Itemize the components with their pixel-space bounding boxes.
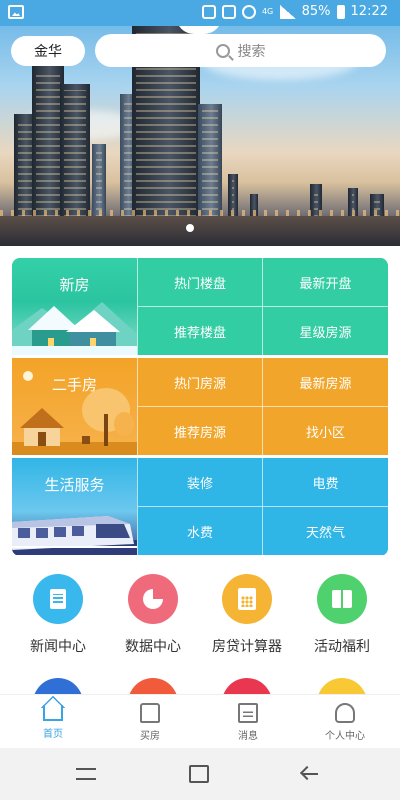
tab-label: 首页 (43, 729, 63, 740)
menu-label: 数据中心 (125, 639, 181, 655)
recent-apps-icon[interactable] (76, 768, 96, 780)
system-navigation-bar (0, 748, 400, 800)
new-house-section: 新房 热门楼盘 最新开盘 推荐楼盘 星级房源 (12, 258, 388, 355)
user-icon (335, 703, 355, 723)
gift-icon (317, 574, 367, 624)
bottom-tab-bar: 首页 买房 消息 个人中心 (0, 694, 400, 748)
menu-label: 房贷计算器 (212, 639, 282, 655)
menu-label: 活动福利 (314, 639, 370, 655)
menu-label: 新闻中心 (30, 639, 86, 655)
new-house-banner[interactable]: 新房 (12, 258, 137, 355)
quick-menu-row-2 (0, 678, 400, 694)
battery-percent: 85% (301, 4, 331, 19)
quick-menu: 新闻中心 数据中心 房贷计算器 活动福利 (0, 574, 400, 664)
back-icon[interactable] (300, 765, 320, 783)
network-type: 4G (261, 6, 274, 16)
tab-buy-house[interactable]: 买房 (100, 703, 200, 742)
grid-item-find-community[interactable]: 找小区 (263, 407, 388, 455)
house-icon (140, 703, 160, 723)
snow-house-illustration (12, 302, 137, 355)
status-bar: 4G 85% 12:22 (0, 0, 400, 26)
menu-row2-icon-2[interactable] (128, 678, 178, 694)
autumn-house-illustration (12, 371, 137, 455)
alarm-icon (241, 4, 256, 19)
signal-icon (279, 4, 296, 19)
category-grid: 新房 热门楼盘 最新开盘 推荐楼盘 星级房源 二手房 热门房源 最新房源 推荐房… (12, 258, 388, 556)
document-icon (33, 574, 83, 624)
menu-item-data-center[interactable]: 数据中心 (103, 574, 203, 656)
grid-item-latest-opening[interactable]: 最新开盘 (263, 258, 388, 306)
tab-home[interactable]: 首页 (3, 696, 103, 740)
grid-item-water-bill[interactable]: 水费 (138, 507, 262, 555)
tab-label: 消息 (238, 731, 258, 742)
tab-messages[interactable]: 消息 (198, 703, 298, 742)
grid-item-recommended-listings[interactable]: 推荐房源 (138, 407, 262, 455)
carousel-dot-active[interactable] (186, 224, 194, 232)
gallery-icon (8, 5, 24, 19)
menu-item-mortgage-calculator[interactable]: 房贷计算器 (197, 574, 297, 656)
tab-profile[interactable]: 个人中心 (295, 703, 395, 742)
second-hand-section: 二手房 热门房源 最新房源 推荐房源 找小区 (12, 358, 388, 455)
search-icon (215, 43, 230, 58)
menu-row2-icon-1[interactable] (33, 678, 83, 694)
mute-icon (221, 4, 236, 19)
second-hand-banner[interactable]: 二手房 (12, 358, 137, 455)
menu-row2-icon-3[interactable] (222, 678, 272, 694)
system-home-icon[interactable] (189, 765, 209, 783)
city-label: 金华 (34, 44, 62, 60)
life-services-banner[interactable]: 生活服务 (12, 458, 137, 555)
train-illustration (12, 516, 137, 555)
menu-item-news-center[interactable]: 新闻中心 (8, 574, 108, 656)
tab-label: 个人中心 (325, 731, 365, 742)
nfc-icon (201, 4, 216, 19)
grid-item-recommended-projects[interactable]: 推荐楼盘 (138, 307, 262, 355)
calculator-icon (222, 574, 272, 624)
menu-row2-icon-4[interactable] (317, 678, 367, 694)
grid-item-star-listings[interactable]: 星级房源 (263, 307, 388, 355)
clock: 12:22 (350, 4, 388, 19)
grid-item-decoration[interactable]: 装修 (138, 458, 262, 506)
home-icon (41, 696, 65, 721)
message-icon (238, 703, 258, 723)
battery-icon (336, 4, 345, 19)
grid-item-electricity-bill[interactable]: 电费 (263, 458, 388, 506)
grid-item-hot-listings[interactable]: 热门房源 (138, 358, 262, 406)
life-services-section: 生活服务 装修 电费 水费 天然气 (12, 458, 388, 555)
menu-item-event-benefits[interactable]: 活动福利 (292, 574, 392, 656)
tab-label: 买房 (140, 731, 160, 742)
pie-chart-icon (128, 574, 178, 624)
grid-item-latest-listings[interactable]: 最新房源 (263, 358, 388, 406)
search-input[interactable]: 搜索 (95, 34, 386, 67)
search-placeholder: 搜索 (237, 43, 266, 60)
grid-item-hot-projects[interactable]: 热门楼盘 (138, 258, 262, 306)
grid-item-natural-gas[interactable]: 天然气 (263, 507, 388, 555)
city-selector-button[interactable]: 金华 (11, 36, 85, 66)
